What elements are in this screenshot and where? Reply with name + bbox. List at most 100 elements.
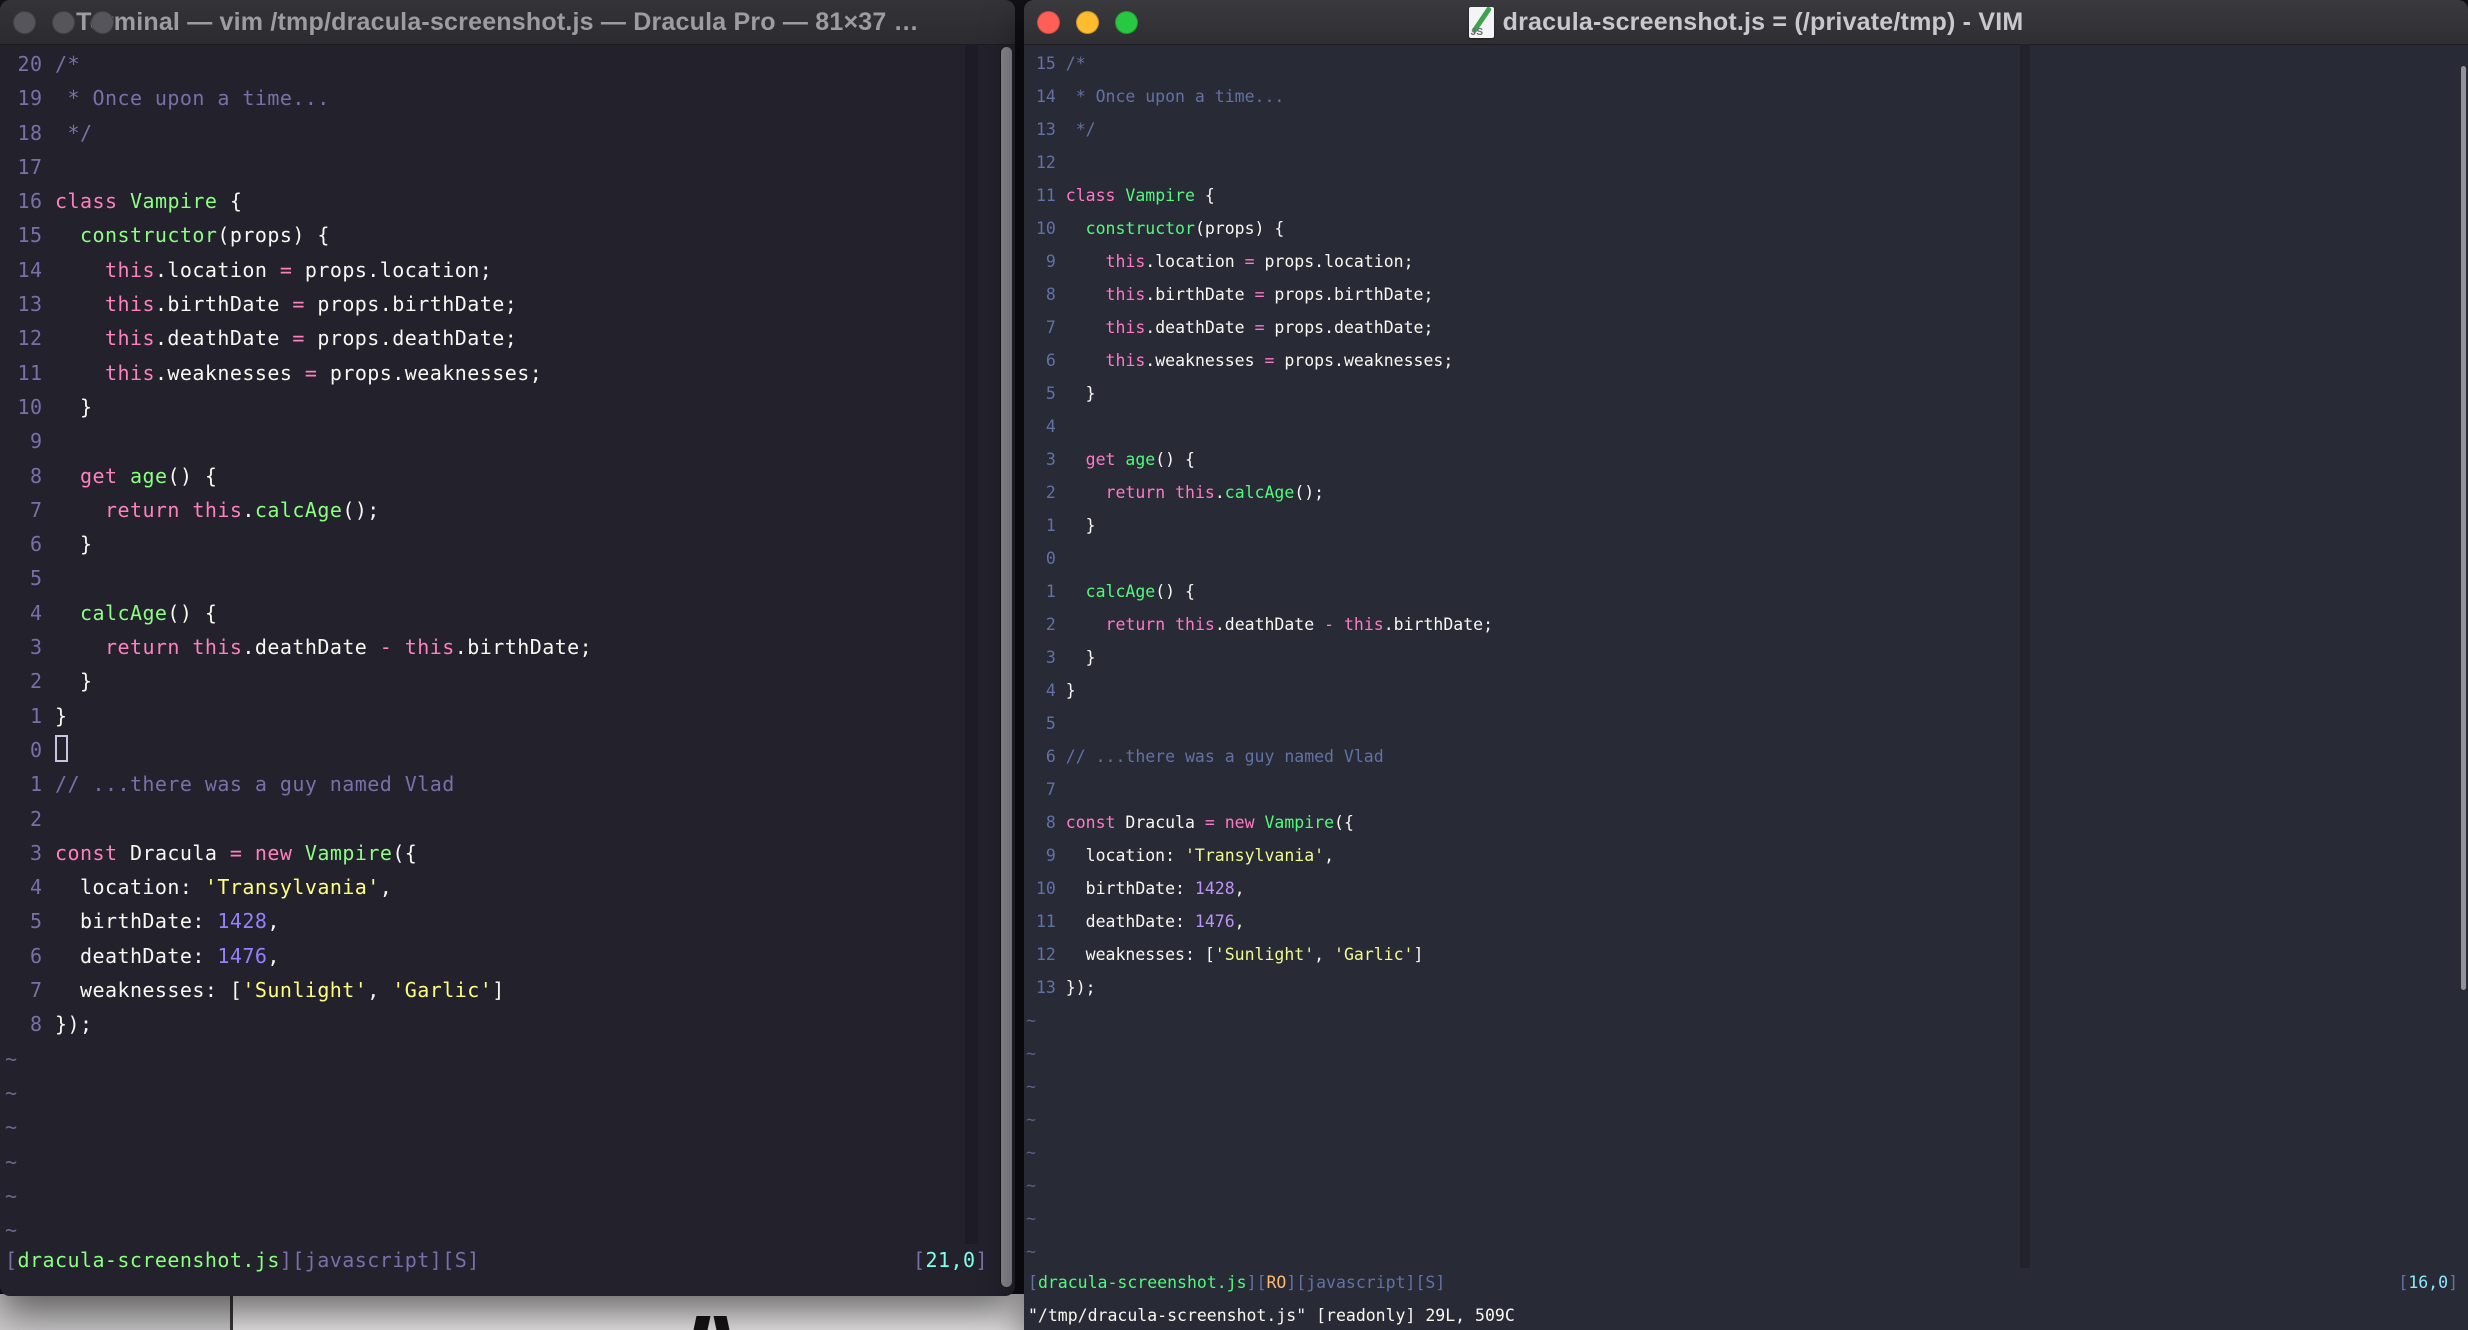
code-line[interactable]: 8 const Dracula = new Vampire({	[1026, 806, 2468, 839]
code-line[interactable]: 4 location: 'Transylvania',	[5, 870, 1015, 904]
code-line[interactable]: 6 deathDate: 1476,	[5, 939, 1015, 973]
code-line[interactable]: 1}	[5, 699, 1015, 733]
code-line[interactable]: 10 constructor(props) {	[1026, 212, 2468, 245]
code-line[interactable]: 0	[1026, 542, 2468, 575]
document-icon[interactable]: JS	[1468, 5, 1494, 38]
code-line[interactable]: 14 this.location = props.location;	[5, 253, 1015, 287]
code-line[interactable]: 5	[5, 561, 1015, 595]
code-line[interactable]: 4	[1026, 410, 2468, 443]
code-line[interactable]: 2 return this.calcAge();	[1026, 476, 2468, 509]
empty-line-tilde[interactable]: ~	[1026, 1103, 2468, 1136]
code-line[interactable]: 5 birthDate: 1428,	[5, 904, 1015, 938]
zoom-button-inactive[interactable]	[91, 11, 114, 34]
code-line[interactable]: 12 this.deathDate = props.deathDate;	[5, 321, 1015, 355]
code-line[interactable]: 7 return this.calcAge();	[5, 493, 1015, 527]
line-number: 7	[1045, 318, 1056, 337]
code-line[interactable]: 9 location: 'Transylvania',	[1026, 839, 2468, 872]
code-line[interactable]: 8 this.birthDate = props.birthDate;	[1026, 278, 2468, 311]
minimize-button[interactable]	[1076, 11, 1099, 34]
empty-line-tilde[interactable]: ~	[1026, 1004, 2468, 1037]
token-fg: .birthDate	[1145, 285, 1255, 304]
empty-line-tilde[interactable]: ~	[5, 1179, 1015, 1213]
code-line[interactable]: 7 weaknesses: ['Sunlight', 'Garlic']	[5, 973, 1015, 1007]
code-line[interactable]: 15 constructor(props) {	[5, 218, 1015, 252]
code-line[interactable]: 17	[5, 150, 1015, 184]
empty-line-tilde[interactable]: ~	[1026, 1169, 2468, 1202]
code-line[interactable]: 3 return this.deathDate - this.birthDate…	[5, 630, 1015, 664]
code-line[interactable]: 3 const Dracula = new Vampire({	[5, 836, 1015, 870]
code-line[interactable]: 15 /*	[1026, 47, 2468, 80]
empty-line-tilde[interactable]: ~	[5, 1076, 1015, 1110]
code-line[interactable]: 1 }	[1026, 509, 2468, 542]
code-line[interactable]: 1 // ...there was a guy named Vlad	[5, 767, 1015, 801]
code-line[interactable]: 4 calcAge() {	[5, 596, 1015, 630]
token-comment: ][	[429, 1248, 455, 1272]
code-line[interactable]: 5	[1026, 707, 2468, 740]
token-fg: deathDate:	[1065, 912, 1195, 931]
code-line[interactable]: 6 // ...there was a guy named Vlad	[1026, 740, 2468, 773]
token-yellow: 'Transylvania'	[1185, 846, 1325, 865]
code-line[interactable]: 9 this.location = props.location;	[1026, 245, 2468, 278]
token-fg: .weaknesses	[1145, 351, 1265, 370]
code-line[interactable]: 11 this.weaknesses = props.weaknesses;	[5, 356, 1015, 390]
empty-line-tilde[interactable]: ~	[5, 1110, 1015, 1144]
empty-line-tilde[interactable]: ~	[1026, 1136, 2468, 1169]
code-line[interactable]: 5 }	[1026, 377, 2468, 410]
code-line[interactable]: 6 }	[5, 527, 1015, 561]
token-pink: this	[1175, 483, 1215, 502]
code-line[interactable]: 2 }	[5, 664, 1015, 698]
code-line[interactable]: 2	[5, 802, 1015, 836]
code-line[interactable]: 1 calcAge() {	[1026, 575, 2468, 608]
macvim-scrollbar[interactable]	[2461, 66, 2466, 990]
code-line[interactable]: 10 birthDate: 1428,	[1026, 872, 2468, 905]
terminal-titlebar[interactable]: Terminal — vim /tmp/dracula-screenshot.j…	[0, 0, 1015, 45]
code-line[interactable]: 7 this.deathDate = props.deathDate;	[1026, 311, 2468, 344]
code-line[interactable]: 14 * Once upon a time...	[1026, 80, 2468, 113]
empty-line-tilde[interactable]: ~	[1026, 1037, 2468, 1070]
code-line[interactable]: 20 /*	[5, 47, 1015, 81]
code-line[interactable]: 12	[1026, 146, 2468, 179]
code-line[interactable]: 13});	[1026, 971, 2468, 1004]
close-button[interactable]	[1037, 11, 1060, 34]
token-purple: 1476	[1194, 912, 1235, 931]
token-pink: =	[292, 326, 305, 351]
close-button-inactive[interactable]	[13, 11, 36, 34]
code-line[interactable]: 13 this.birthDate = props.birthDate;	[5, 287, 1015, 321]
empty-line-tilde[interactable]: ~	[1026, 1235, 2468, 1268]
terminal-scrollbar[interactable]	[1001, 47, 1012, 1287]
token-fg: ();	[342, 497, 380, 522]
zoom-button[interactable]	[1115, 11, 1138, 34]
code-line[interactable]: 3 get age() {	[1026, 443, 2468, 476]
code-line[interactable]: 11 class Vampire {	[1026, 179, 2468, 212]
vim-buffer-left[interactable]: 20/* 19 * Once upon a time... 18 */17 16 cla…	[0, 44, 1015, 1296]
code-line[interactable]: 4}	[1026, 674, 2468, 707]
code-line[interactable]: 3 }	[1026, 641, 2468, 674]
token-cyan: 21,0	[925, 1248, 976, 1272]
code-line[interactable]: 13 */	[1026, 113, 2468, 146]
empty-line-tilde[interactable]: ~	[5, 1042, 1015, 1076]
macvim-titlebar[interactable]: JS dracula-screenshot.js = (/private/tmp…	[1024, 0, 2468, 45]
token-comment: S	[1425, 1273, 1436, 1292]
empty-line-tilde[interactable]: ~	[1026, 1202, 2468, 1235]
code-line[interactable]: 8});	[5, 1007, 1015, 1041]
code-line[interactable]: 0	[5, 733, 1015, 767]
code-line[interactable]: 11 deathDate: 1476,	[1026, 905, 2468, 938]
vim-buffer-right[interactable]: 15/* 14 * Once upon a time... 13 */12 11 cla…	[1024, 44, 2468, 1330]
empty-line-tilde[interactable]: ~	[1026, 1070, 2468, 1103]
code-line[interactable]: 16 class Vampire {	[5, 184, 1015, 218]
code-line[interactable]: 19 * Once upon a time...	[5, 81, 1015, 115]
code-line[interactable]: 8 get age() {	[5, 459, 1015, 493]
empty-line-tilde[interactable]: ~	[5, 1145, 1015, 1179]
background-window-sliver	[230, 1294, 1027, 1330]
line-number: 6	[30, 943, 43, 968]
code-line[interactable]: 18 */	[5, 116, 1015, 150]
code-line[interactable]: 10 }	[5, 390, 1015, 424]
minimize-button-inactive[interactable]	[52, 11, 75, 34]
code-line[interactable]: 7	[1026, 773, 2468, 806]
token-pink: class	[55, 189, 118, 214]
code-line[interactable]: 9	[5, 424, 1015, 458]
token-fg: .	[1214, 483, 1225, 502]
code-line[interactable]: 6 this.weaknesses = props.weaknesses;	[1026, 344, 2468, 377]
code-line[interactable]: 12 weaknesses: ['Sunlight', 'Garlic']	[1026, 938, 2468, 971]
code-line[interactable]: 2 return this.deathDate - this.birthDate…	[1026, 608, 2468, 641]
